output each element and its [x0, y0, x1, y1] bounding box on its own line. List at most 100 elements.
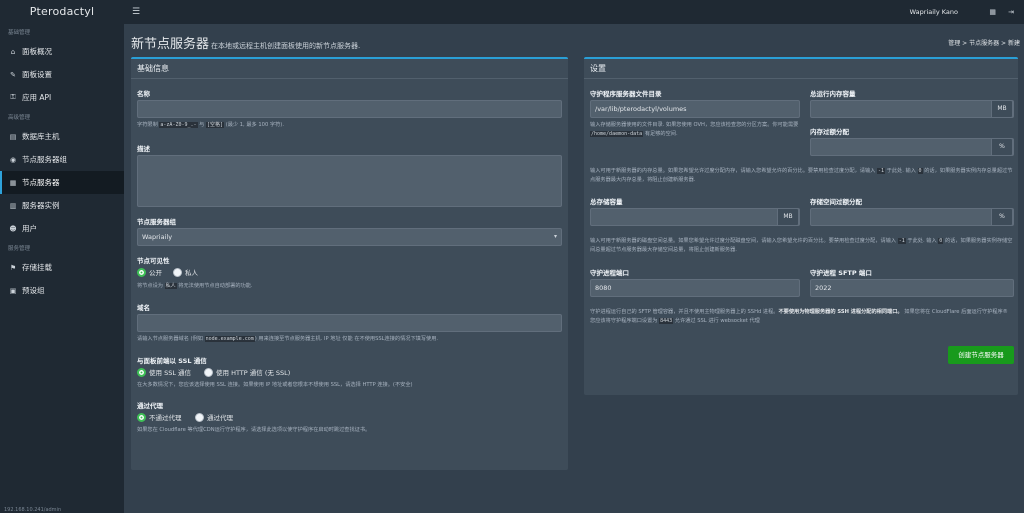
radio-checked-icon	[137, 412, 146, 422]
logout-icon[interactable]: ⇥	[1008, 8, 1014, 16]
sidebar-section-basic: 基础管理	[8, 30, 31, 36]
daemon-port-input[interactable]: 8080	[590, 279, 800, 297]
user-name[interactable]: Wapriaily Kano	[910, 8, 958, 16]
daemon-port-label: 守护进程端口	[590, 269, 629, 277]
proxy-yes-radio[interactable]: 通过代理	[195, 412, 233, 422]
visibility-private-radio[interactable]: 私人	[173, 267, 198, 277]
location-label: 节点服务器组	[137, 218, 176, 226]
link-icon: ⚿	[10, 93, 16, 101]
disk-input[interactable]: MB	[590, 208, 800, 226]
sidebar-item-label: 应用 API	[22, 93, 52, 102]
server-list-icon[interactable]: ▦	[989, 8, 996, 16]
sidebar-item-label: 预设组	[22, 286, 45, 295]
box-title: 基础信息	[131, 59, 568, 79]
visibility-public-radio[interactable]: 公开	[137, 267, 162, 277]
sidebar-item-settings[interactable]: ✎ 面板设置	[0, 63, 124, 86]
sidebar: Pterodactyl 基础管理 ⌂ 面板概况 ✎ 面板设置 ⚿ 应用 API 高级管…	[0, 0, 124, 513]
breadcrumb-separator: >	[962, 40, 968, 47]
breadcrumb-separator: >	[1001, 40, 1007, 47]
sidebar-item-overview[interactable]: ⌂ 面板概况	[0, 40, 124, 63]
fqdn-help: 请输入节点服务器域名 (例如 node.example.com) 用来连接至节点…	[137, 336, 439, 342]
disk-help: 输入可用于新服务器的磁盘空间总量。如果您希望允许过度分配磁盘空间，请输入您希望允…	[590, 238, 1013, 253]
chevron-down-icon: ▾	[553, 233, 557, 240]
memory-overallocate-label: 内存过额分配	[810, 128, 849, 136]
database-icon: ▤	[9, 132, 17, 141]
sidebar-item-nests[interactable]: ▣ 预设组	[0, 279, 124, 302]
page-title: 新节点服务器 在本地或远程主机创建面板使用的新节点服务器.	[131, 33, 360, 52]
fqdn-input[interactable]	[137, 314, 562, 332]
percent-unit: %	[991, 208, 1013, 226]
description-textarea[interactable]	[137, 155, 562, 207]
sidebar-item-api[interactable]: ⚿ 应用 API	[0, 86, 124, 109]
radio-label: 公开	[149, 269, 162, 277]
wrench-icon: ✎	[10, 70, 16, 79]
memory-overallocate-input[interactable]: %	[810, 138, 1014, 156]
globe-icon: ◉	[9, 155, 17, 164]
location-selected-value: Wapriaily	[142, 233, 173, 241]
breadcrumb-admin[interactable]: 管理	[948, 40, 960, 47]
ssl-label: 与面板前端以 SSL 通信	[137, 357, 207, 365]
sftp-port-input[interactable]: 2022	[810, 279, 1014, 297]
ssl-https-radio[interactable]: 使用 SSL 通信	[137, 367, 191, 377]
sidebar-item-servers[interactable]: ▥ 服务器实例	[0, 194, 124, 217]
daemon-dir-label: 守护程序服务器文件目录	[590, 90, 662, 98]
create-node-button[interactable]: 创建节点服务器	[948, 346, 1014, 364]
memory-input[interactable]: MB	[810, 100, 1014, 118]
configuration-box: 设置 守护程序服务器文件目录 /var/lib/pterodactyl/volu…	[584, 57, 1018, 395]
topbar: ☰ Wapriaily Kano ▦ ⇥	[124, 0, 1024, 24]
sidebar-item-mounts[interactable]: ⚑ 存储挂载	[0, 256, 124, 279]
radio-label: 不通过代理	[149, 414, 182, 422]
breadcrumb-nodes[interactable]: 节点服务器	[969, 40, 999, 47]
magic-icon: ⚑	[9, 263, 17, 272]
radio-label: 私人	[185, 269, 198, 277]
name-help: 字符限制 a-zA-Z0-9_.- 与 [空格] (最少 1, 最多 100 字…	[137, 122, 284, 128]
sidebar-item-label: 数据库主机	[22, 132, 60, 141]
visibility-label: 节点可见性	[137, 257, 170, 265]
daemon-dir-input[interactable]: /var/lib/pterodactyl/volumes	[590, 100, 800, 118]
breadcrumb: 管理 > 节点服务器 > 新建	[948, 38, 1020, 47]
sftp-port-label: 守护进程 SFTP 端口	[810, 269, 872, 277]
disk-overallocate-label: 存储空间过额分配	[810, 198, 862, 206]
description-label: 描述	[137, 145, 150, 153]
radio-checked-icon	[137, 367, 146, 377]
basic-details-box: 基础信息 名称 字符限制 a-zA-Z0-9_.- 与 [空格] (最少 1, …	[131, 57, 568, 470]
proxy-no-radio[interactable]: 不通过代理	[137, 412, 182, 422]
sidebar-item-label: 存储挂载	[22, 263, 52, 272]
home-icon: ⌂	[10, 47, 16, 56]
radio-label: 使用 SSL 通信	[149, 369, 192, 377]
menu-toggle-icon[interactable]: ☰	[132, 7, 140, 17]
location-select[interactable]: Wapriaily ▾	[137, 228, 562, 246]
disk-unit: MB	[777, 208, 799, 226]
sidebar-section-service: 服务管理	[8, 246, 31, 252]
sidebar-item-databases[interactable]: ▤ 数据库主机	[0, 125, 124, 148]
sidebar-item-locations[interactable]: ◉ 节点服务器组	[0, 148, 124, 171]
breadcrumb-new: 新建	[1007, 40, 1020, 47]
radio-unchecked-icon	[204, 367, 213, 377]
radio-unchecked-icon	[173, 267, 182, 277]
sidebar-item-label: 节点服务器	[22, 178, 60, 187]
daemon-dir-help: 输入存储服务器使用的文件目录. 如果您使用 OVH，您应该检查您的分区方案。你可…	[590, 122, 799, 137]
sidebar-item-label: 面板设置	[22, 70, 52, 79]
content-area: 新节点服务器 在本地或远程主机创建面板使用的新节点服务器. 管理 > 节点服务器 …	[124, 24, 1024, 513]
server-icon: ▥	[9, 201, 17, 210]
ssl-http-radio[interactable]: 使用 HTTP 通信 (无 SSL)	[204, 367, 290, 377]
disk-label: 总存储容量	[590, 198, 623, 206]
users-icon: ☻	[9, 224, 17, 233]
ssl-help: 在大多数情况下，您应该选择使用 SSL 连接。如果使用 IP 地址或者您根本不想…	[137, 382, 413, 388]
sidebar-item-nodes[interactable]: ▦ 节点服务器	[0, 171, 124, 194]
sidebar-item-label: 服务器实例	[22, 201, 60, 210]
sidebar-section-advanced: 高级管理	[8, 115, 31, 121]
name-input[interactable]	[137, 100, 562, 118]
radio-unchecked-icon	[195, 412, 204, 422]
fqdn-label: 域名	[137, 304, 150, 312]
name-label: 名称	[137, 90, 150, 98]
sidebar-item-label: 节点服务器组	[22, 155, 67, 164]
memory-help: 输入可用于新服务器的内存总量。如果您希望允许过度分配内存，请输入您希望允许的百分…	[590, 168, 1013, 183]
brand-logo[interactable]: Pterodactyl	[0, 0, 124, 24]
proxy-label: 通过代理	[137, 402, 163, 410]
sitemap-icon: ▦	[9, 178, 17, 187]
sidebar-item-label: 面板概况	[22, 47, 52, 56]
box-title: 设置	[584, 59, 1018, 79]
sidebar-item-users[interactable]: ☻ 用户	[0, 217, 124, 240]
disk-overallocate-input[interactable]: %	[810, 208, 1014, 226]
